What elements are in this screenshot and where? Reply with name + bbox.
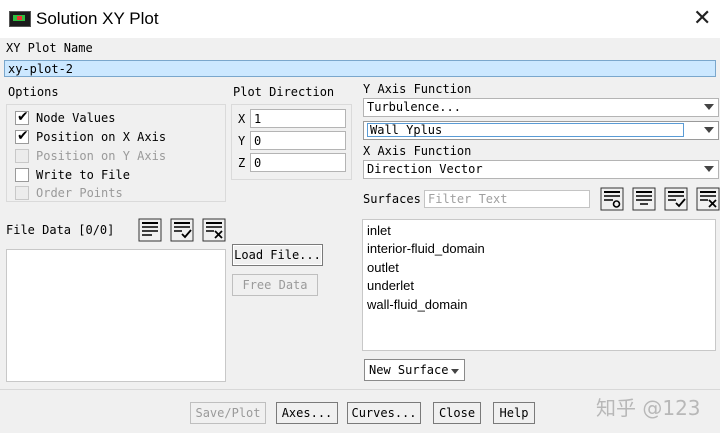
y-axis-quantity-select[interactable]: Wall Yplus bbox=[363, 121, 719, 140]
y-axis-category-select[interactable]: Turbulence... bbox=[363, 98, 719, 117]
list-item[interactable]: interior-fluid_domain bbox=[367, 241, 485, 256]
save-plot-button: Save/Plot bbox=[190, 402, 266, 424]
load-file-button[interactable]: Load File... bbox=[232, 244, 323, 266]
surfaces-list[interactable]: inlet interior-fluid_domain outlet under… bbox=[362, 219, 716, 351]
options-label: Options bbox=[8, 85, 59, 99]
new-surface-dropdown[interactable]: New Surface bbox=[364, 359, 465, 381]
direction-y-input[interactable]: 0 bbox=[250, 131, 346, 150]
checkbox-box bbox=[15, 149, 29, 163]
direction-x-input[interactable]: 1 bbox=[250, 109, 346, 128]
curves-button[interactable]: Curves... bbox=[347, 402, 421, 424]
chevron-down-icon bbox=[704, 104, 714, 110]
list-item[interactable]: inlet bbox=[367, 223, 391, 238]
app-icon bbox=[9, 11, 31, 27]
select-value: Turbulence... bbox=[367, 100, 461, 114]
select-value: Wall Yplus bbox=[370, 123, 443, 137]
select-all-icon[interactable] bbox=[664, 187, 688, 211]
checkbox-box[interactable]: ✔ bbox=[15, 128, 29, 144]
plot-name-label: XY Plot Name bbox=[6, 41, 93, 55]
close-button[interactable]: Close bbox=[433, 402, 481, 424]
check-icon: ✔ bbox=[17, 128, 29, 144]
window-title: Solution XY Plot bbox=[36, 9, 159, 28]
surfaces-label: Surfaces bbox=[363, 192, 421, 206]
chevron-down-icon bbox=[704, 166, 714, 172]
plot-direction-group: X 1 Y 0 Z 0 bbox=[231, 104, 352, 180]
help-button[interactable]: Help bbox=[493, 402, 535, 424]
x-axis-function-label: X Axis Function bbox=[363, 144, 472, 158]
plot-direction-label: Plot Direction bbox=[233, 85, 335, 99]
free-data-button: Free Data bbox=[232, 274, 318, 296]
x-axis-function-select[interactable]: Direction Vector bbox=[363, 160, 719, 179]
file-select-all-icon[interactable] bbox=[170, 218, 194, 242]
axis-label: X bbox=[238, 112, 246, 126]
close-icon[interactable]: ✕ bbox=[693, 6, 711, 31]
deselect-all-icon[interactable] bbox=[696, 187, 720, 211]
checkbox-label: Position on X Axis bbox=[36, 130, 167, 144]
checkbox-label: Write to File bbox=[36, 168, 130, 182]
checkbox-label: Position on Y Axis bbox=[36, 149, 167, 163]
axis-label: Z bbox=[238, 156, 246, 170]
surfaces-filter-input[interactable]: Filter Text bbox=[424, 190, 590, 208]
chevron-down-icon bbox=[451, 369, 459, 374]
options-group: ✔ Node Values ✔ Position on X Axis Posit… bbox=[6, 104, 226, 202]
file-deselect-all-icon[interactable] bbox=[202, 218, 226, 242]
surface-filter-options-icon[interactable] bbox=[600, 187, 624, 211]
select-list-icon[interactable] bbox=[632, 187, 656, 211]
separator bbox=[0, 389, 720, 390]
file-select-list-icon[interactable] bbox=[138, 218, 162, 242]
list-item[interactable]: wall-fluid_domain bbox=[367, 297, 467, 312]
checkbox-box bbox=[15, 186, 29, 200]
plot-name-input[interactable]: xy-plot-2 bbox=[4, 60, 716, 77]
checkbox-label: Node Values bbox=[36, 111, 116, 125]
check-icon: ✔ bbox=[17, 109, 29, 125]
checkbox-label: Order Points bbox=[36, 186, 123, 200]
checkbox-box[interactable] bbox=[15, 168, 29, 182]
list-item[interactable]: outlet bbox=[367, 260, 399, 275]
watermark-text: 知乎 @123 bbox=[596, 396, 701, 420]
axis-label: Y bbox=[238, 134, 246, 148]
axes-button[interactable]: Axes... bbox=[276, 402, 338, 424]
y-axis-function-label: Y Axis Function bbox=[363, 82, 472, 96]
file-data-list[interactable] bbox=[6, 249, 226, 382]
chevron-down-icon bbox=[704, 127, 714, 133]
file-data-label: File Data [0/0] bbox=[6, 223, 115, 237]
list-item[interactable]: underlet bbox=[367, 278, 414, 293]
dropdown-label: New Surface bbox=[369, 363, 449, 377]
select-value: Direction Vector bbox=[367, 162, 483, 176]
direction-z-input[interactable]: 0 bbox=[250, 153, 346, 172]
checkbox-box[interactable]: ✔ bbox=[15, 109, 29, 125]
